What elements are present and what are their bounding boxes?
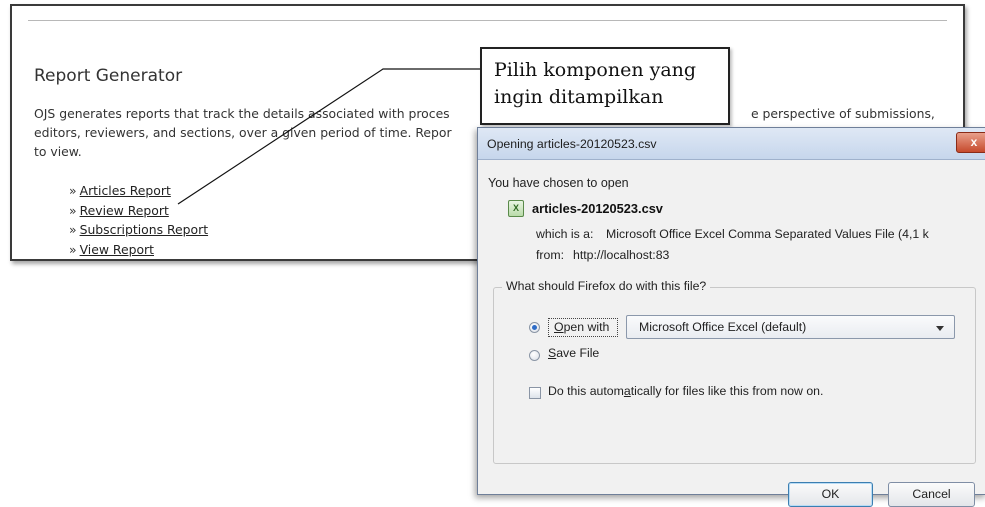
chosen-to-open-text: You have chosen to open	[488, 176, 629, 190]
link-prefix: »	[69, 183, 77, 198]
page-title: Report Generator	[34, 66, 183, 86]
articles-report-link[interactable]: Articles Report	[80, 183, 171, 198]
csv-file-icon: X	[508, 200, 524, 217]
file-type-value: Microsoft Office Excel Comma Separated V…	[606, 227, 929, 241]
source-label: from:	[536, 248, 565, 262]
action-question: What should Firefox do with this file?	[502, 279, 711, 293]
application-select-value: Microsoft Office Excel (default)	[639, 320, 807, 334]
subscriptions-report-link[interactable]: Subscriptions Report	[80, 222, 208, 237]
action-group-box	[493, 287, 976, 464]
view-report-link[interactable]: View Report	[80, 242, 154, 257]
close-button[interactable]: x	[956, 132, 985, 153]
file-type-label: which is a:	[536, 227, 594, 241]
dialog-body: You have chosen to open X articles-20120…	[478, 160, 985, 507]
description-line-1: OJS generates reports that track the det…	[34, 106, 450, 121]
description-line-3: to view.	[34, 144, 82, 159]
chevron-down-icon	[936, 326, 944, 331]
ok-button[interactable]: OK	[788, 482, 873, 507]
callout-line-2: ingin ditampilkan	[494, 86, 664, 108]
list-item: » Articles Report	[69, 181, 208, 201]
description-line-2: editors, reviewers, and sections, over a…	[34, 125, 452, 140]
list-item: » Review Report	[69, 201, 208, 221]
file-name: articles-20120523.csv	[532, 201, 663, 216]
auto-action-label[interactable]: Do this automatically for files like thi…	[548, 384, 823, 398]
list-item: » View Report	[69, 240, 208, 260]
cancel-button[interactable]: Cancel	[888, 482, 975, 507]
callout-line-1: Pilih komponen yang	[494, 59, 697, 81]
dialog-titlebar: Opening articles-20120523.csv x	[478, 128, 985, 160]
dialog-title: Opening articles-20120523.csv	[487, 137, 657, 151]
close-icon: x	[970, 135, 978, 149]
list-item: » Subscriptions Report	[69, 220, 208, 240]
application-select[interactable]: Microsoft Office Excel (default)	[626, 315, 955, 339]
description-line-1-tail: e perspective of submissions,	[751, 106, 935, 121]
review-report-link[interactable]: Review Report	[80, 203, 169, 218]
save-file-radio[interactable]	[529, 350, 540, 361]
source-value: http://localhost:83	[573, 248, 670, 262]
link-prefix: »	[69, 241, 77, 257]
annotation-callout: Pilih komponen yang ingin ditampilkan	[480, 47, 730, 125]
auto-action-checkbox[interactable]	[529, 387, 541, 399]
link-prefix: »	[69, 222, 77, 237]
open-file-dialog: Opening articles-20120523.csv x You have…	[477, 127, 985, 507]
open-with-label[interactable]: Open with	[548, 318, 618, 337]
save-file-label[interactable]: Save File	[548, 346, 599, 360]
open-with-label-text: Open with	[554, 320, 610, 334]
top-divider	[28, 20, 947, 21]
open-with-radio[interactable]	[529, 322, 540, 333]
link-prefix: »	[69, 202, 77, 218]
report-links-list: » Articles Report » Review Report » Subscri…	[69, 181, 208, 259]
